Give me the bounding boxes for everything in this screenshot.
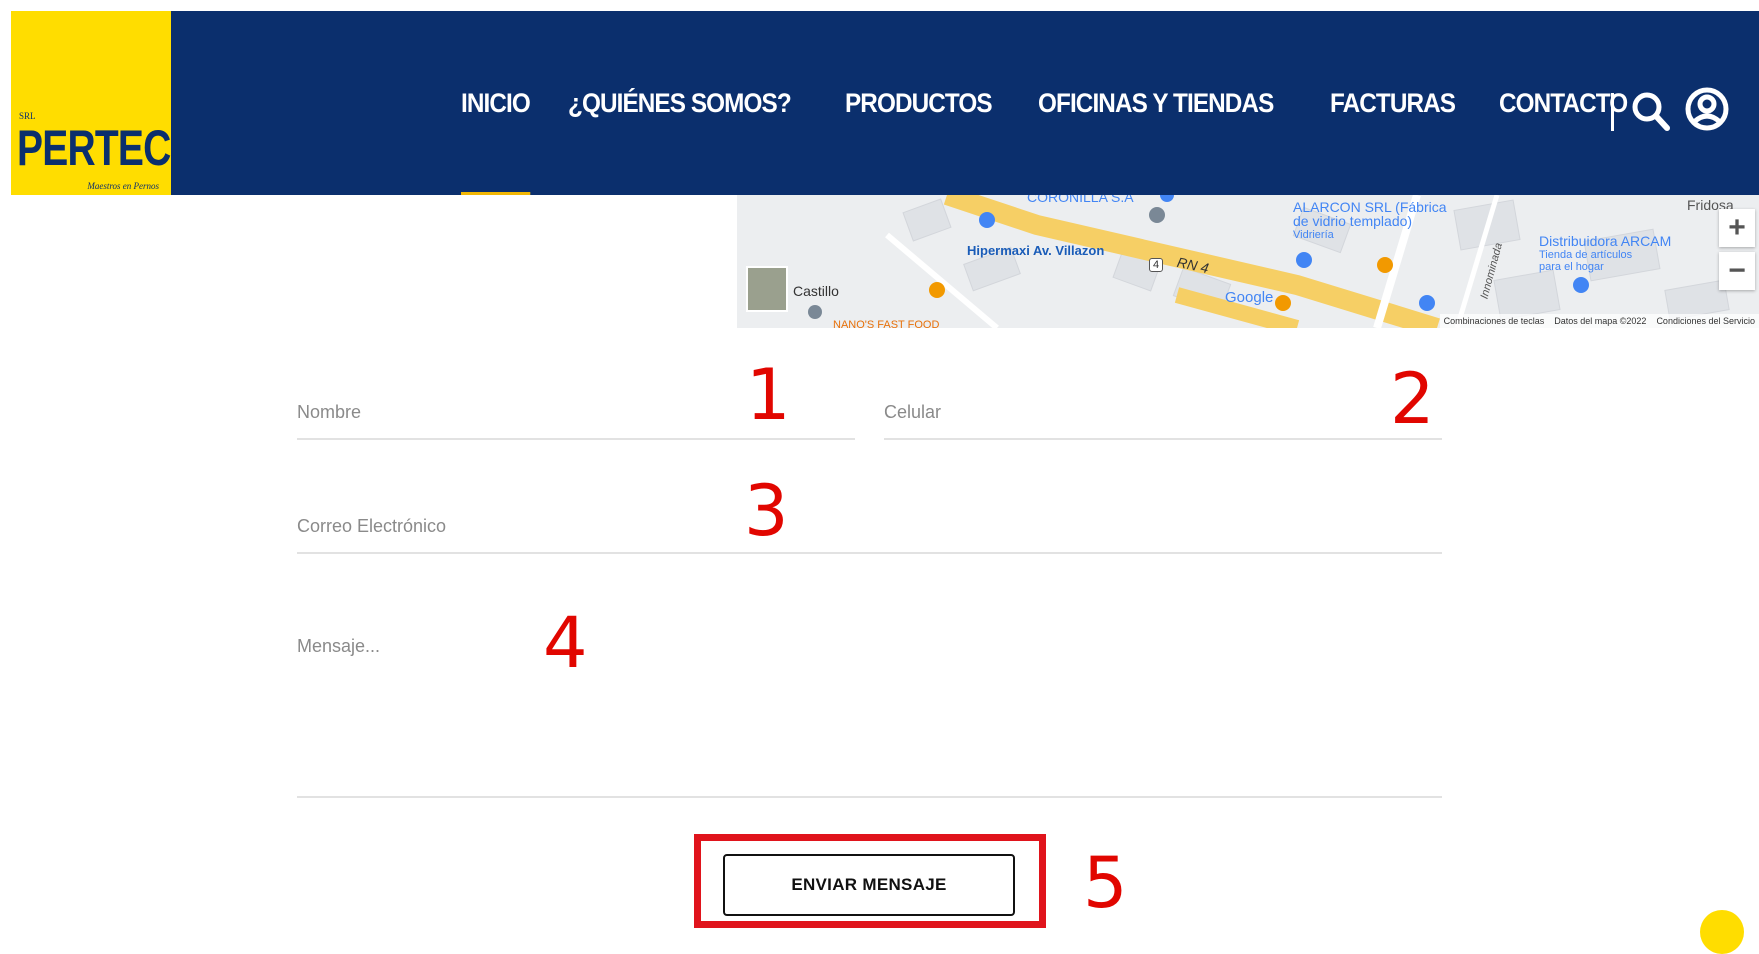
zoom-out-button[interactable]: − xyxy=(1719,252,1755,290)
annotation-5: 5 xyxy=(1083,842,1128,924)
celular-input[interactable] xyxy=(884,402,1442,423)
search-icon[interactable] xyxy=(1631,89,1671,138)
attrib-terms[interactable]: Condiciones del Servicio xyxy=(1656,316,1755,326)
annotation-1: 1 xyxy=(746,354,791,436)
site-header: SRL PERTEC Maestros en Pernos INICIO ¿QU… xyxy=(11,11,1759,195)
google-map[interactable]: CORONILLA S.A ALARCON SRL (Fábrica de vi… xyxy=(737,195,1759,328)
map-label-hipermaxi: Hipermaxi Av. Villazon xyxy=(967,243,1105,258)
annotation-4: 4 xyxy=(543,602,588,684)
map-label-dist-sub2: para el hogar xyxy=(1539,261,1604,273)
correo-field xyxy=(297,512,1442,554)
road-shield: 4 xyxy=(1149,258,1164,272)
logo-tagline: Maestros en Pernos xyxy=(87,181,159,191)
map-label-distribuidora: Distribuidora ARCAM xyxy=(1539,233,1672,249)
celular-field xyxy=(884,398,1442,440)
map-label-castillo: Castillo xyxy=(793,283,839,299)
annotation-2: 2 xyxy=(1390,358,1435,440)
map-label-vidrieria: Vidriería xyxy=(1293,229,1334,241)
mensaje-textarea[interactable] xyxy=(297,636,1442,786)
attrib-shortcuts[interactable]: Combinaciones de teclas xyxy=(1444,316,1545,326)
main-nav: INICIO ¿QUIÉNES SOMOS? PRODUCTOS OFICINA… xyxy=(461,11,1645,195)
nav-productos[interactable]: PRODUCTOS xyxy=(845,11,993,195)
chat-bubble-icon[interactable] xyxy=(1700,910,1744,954)
mensaje-field xyxy=(297,636,1442,798)
map-label-alarcon-2: de vidrio templado) xyxy=(1293,213,1413,229)
map-label-nanos: NANO'S FAST FOOD xyxy=(833,319,940,328)
attrib-data: Datos del mapa ©2022 xyxy=(1554,316,1647,326)
map-attribution: Combinaciones de teclas Datos del mapa ©… xyxy=(1439,314,1759,328)
correo-input[interactable] xyxy=(297,516,1442,537)
user-icon[interactable] xyxy=(1684,85,1730,138)
zoom-in-button[interactable]: + xyxy=(1719,209,1755,247)
nav-facturas[interactable]: FACTURAS xyxy=(1330,11,1456,195)
map-label-dist-sub1: Tienda de artículos xyxy=(1539,249,1633,261)
nav-contacto[interactable]: CONTACTO xyxy=(1499,11,1628,195)
nav-quienes-somos[interactable]: ¿QUIÉNES SOMOS? xyxy=(568,11,792,195)
annotation-3: 3 xyxy=(744,470,789,552)
nav-separator xyxy=(1611,93,1614,131)
logo-brand: PERTEC xyxy=(17,120,171,176)
pertec-logo[interactable]: SRL PERTEC Maestros en Pernos xyxy=(11,11,171,195)
google-logo: Google xyxy=(1225,289,1274,306)
send-message-button[interactable]: ENVIAR MENSAJE xyxy=(723,854,1015,916)
nav-inicio[interactable]: INICIO xyxy=(461,11,531,195)
nav-oficinas-tiendas[interactable]: OFICINAS Y TIENDAS xyxy=(1038,11,1274,195)
map-label-coronilla: CORONILLA S.A xyxy=(1027,195,1134,205)
